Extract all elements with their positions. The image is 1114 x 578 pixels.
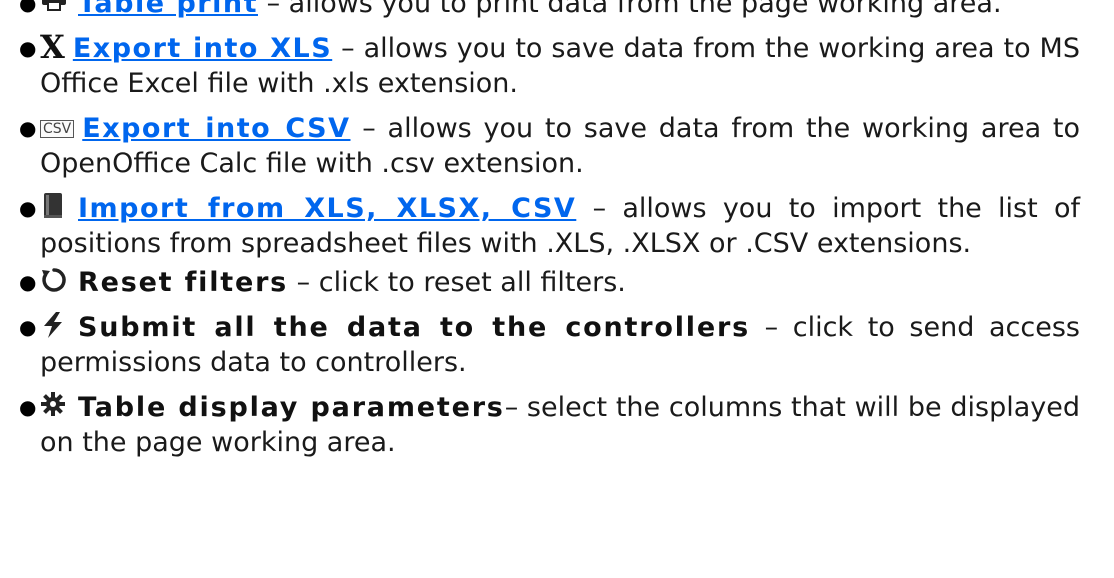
book-icon [40, 192, 70, 220]
table-print-link[interactable]: Table print [78, 0, 258, 19]
reset-filters-title: Reset filters [78, 267, 289, 298]
bullet: ● [19, 116, 37, 140]
list-item-table-display-parameters: ● Table display parameters– select the c… [0, 390, 1114, 460]
excel-x-icon: X [40, 28, 65, 66]
bullet: ● [19, 270, 37, 294]
help-document: ● Table print – allows you to print data… [0, 0, 1114, 470]
gear-icon [40, 391, 70, 419]
list-item-import: ● Import from XLS, XLSX, CSV – allows yo… [0, 191, 1114, 261]
list-item-export-csv: ● CSV Export into CSV – allows you to sav… [0, 111, 1114, 181]
table-display-parameters-title: Table display parameters [78, 392, 505, 423]
export-csv-link[interactable]: Export into CSV [82, 113, 350, 144]
list-item-submit-data: ● Submit all the data to the controllers… [0, 310, 1114, 380]
lightning-icon [40, 311, 70, 339]
list-item-table-print: ● Table print – allows you to print data… [0, 0, 1114, 21]
bullet: ● [19, 395, 37, 419]
import-link[interactable]: Import from XLS, XLSX, CSV [78, 193, 576, 224]
list-item-reset-filters: ● Reset filters – click to reset all fil… [0, 265, 1114, 300]
table-print-description: – allows you to print data from the page… [257, 0, 1002, 19]
bullet: ● [19, 315, 37, 339]
reset-filters-description: – click to reset all filters. [288, 267, 626, 298]
bullet: ● [19, 196, 37, 220]
submit-data-title: Submit all the data to the controllers [78, 312, 750, 343]
bullet: ● [19, 36, 37, 60]
export-xls-link[interactable]: Export into XLS [73, 33, 332, 64]
bullet: ● [19, 0, 37, 15]
list-item-export-xls: ● X Export into XLS – allows you to save … [0, 31, 1114, 101]
printer-icon [40, 0, 70, 15]
reset-icon [40, 266, 70, 294]
csv-icon: CSV [40, 120, 75, 138]
